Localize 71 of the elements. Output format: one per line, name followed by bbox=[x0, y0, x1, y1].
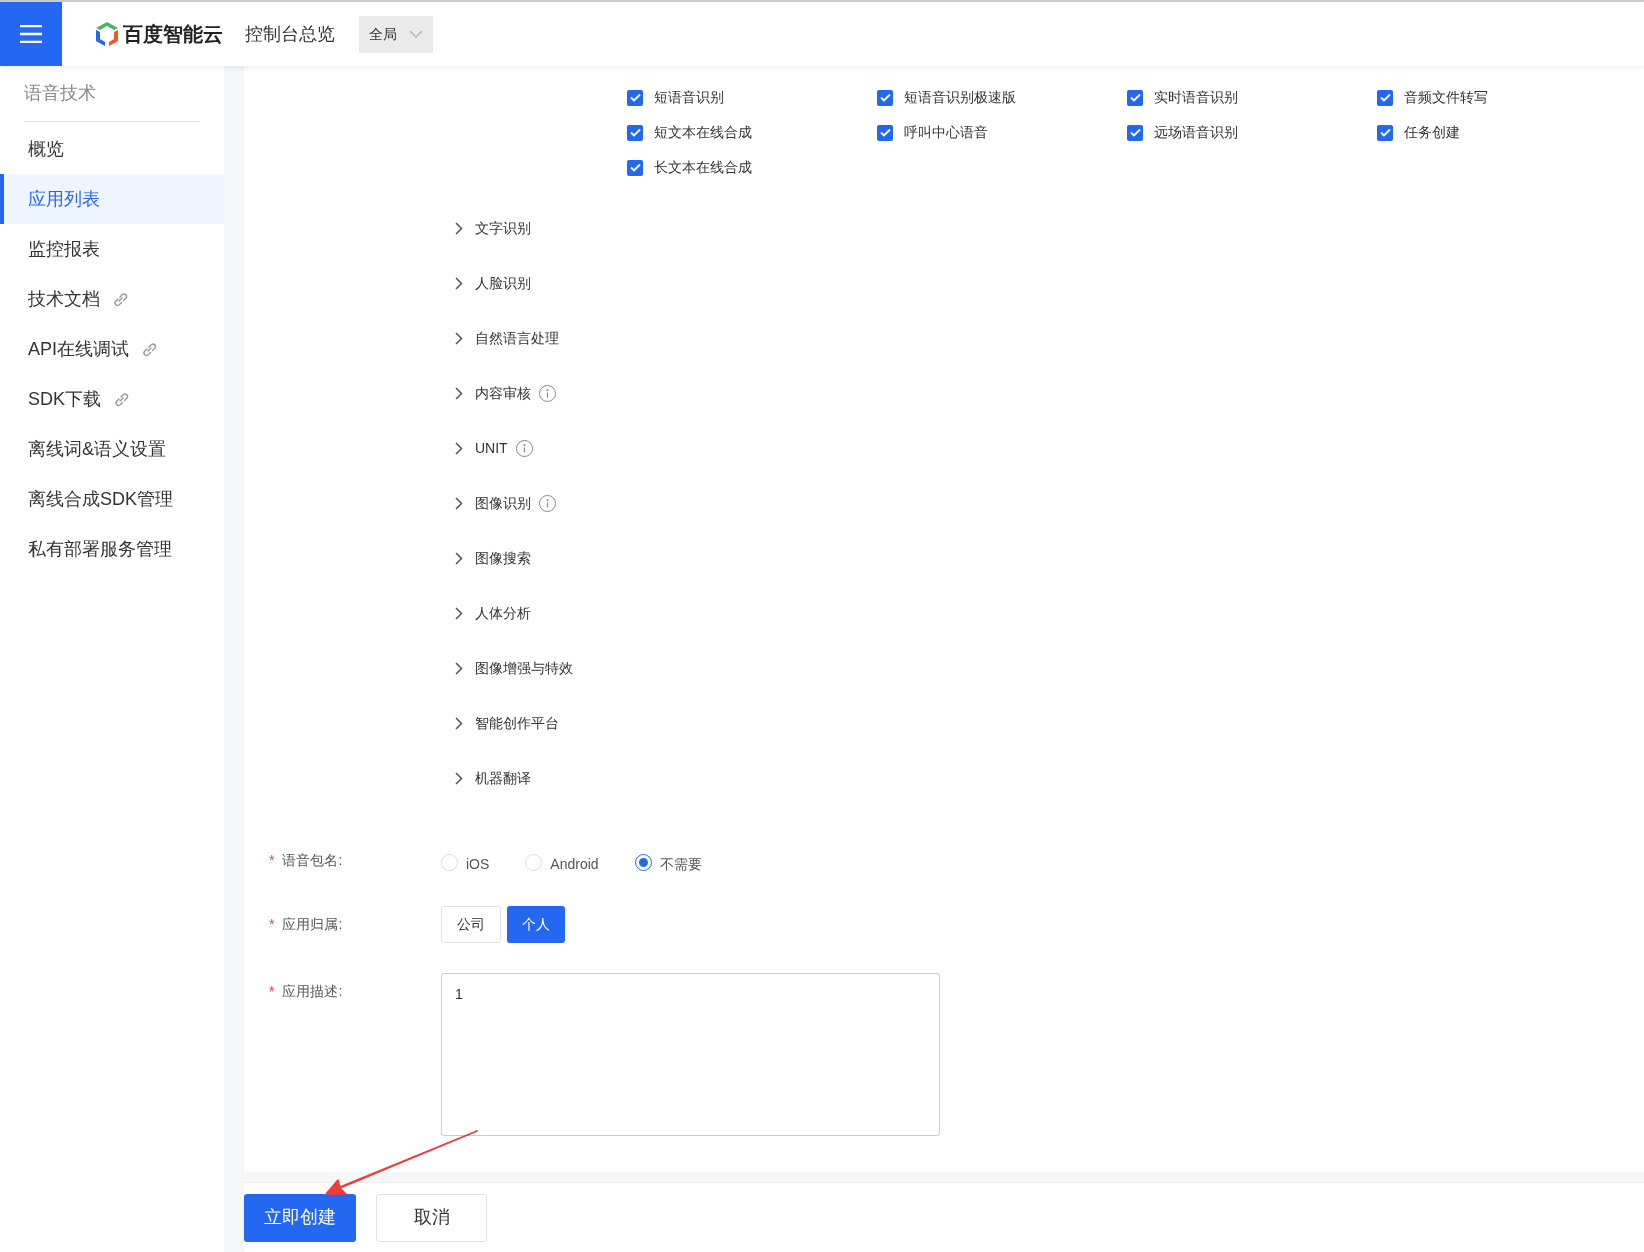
checkbox-label: 短语音识别极速版 bbox=[904, 88, 1016, 107]
description-field[interactable]: 1 bbox=[441, 973, 940, 1136]
checkbox[interactable] bbox=[627, 159, 643, 176]
field-label: 应用归属: bbox=[282, 916, 343, 932]
api-group-toggle[interactable]: 图像增强与特效 bbox=[455, 658, 573, 679]
sidebar-section-title: 语音技术 bbox=[24, 80, 200, 122]
checkbox-label: 短文本在线合成 bbox=[654, 123, 752, 142]
cancel-button[interactable]: 取消 bbox=[376, 1193, 487, 1242]
required-asterisk: * bbox=[269, 851, 275, 868]
menu-button[interactable] bbox=[0, 2, 62, 66]
checkbox-label: 音频文件转写 bbox=[1404, 88, 1488, 107]
checkbox-label: 长文本在线合成 bbox=[654, 158, 752, 177]
api-group-toggle[interactable]: 智能创作平台 bbox=[455, 713, 559, 734]
chevron-right-icon bbox=[455, 222, 463, 235]
chevron-right-icon bbox=[455, 497, 463, 510]
radio-option[interactable]: Android bbox=[525, 849, 599, 875]
checkbox-label: 呼叫中心语音 bbox=[904, 123, 988, 142]
checkbox[interactable] bbox=[627, 124, 643, 141]
api-group-toggle[interactable]: 机器翻译 bbox=[455, 768, 531, 789]
chevron-right-icon bbox=[455, 277, 463, 290]
api-group-toggle[interactable]: 图像识别 bbox=[455, 493, 531, 514]
checkbox[interactable] bbox=[1127, 124, 1143, 141]
nav-title[interactable]: 控制台总览 bbox=[245, 20, 335, 48]
required-asterisk: * bbox=[269, 916, 275, 932]
sidebar-item[interactable]: 技术文档 bbox=[0, 274, 224, 324]
chevron-right-icon bbox=[455, 387, 463, 400]
chevron-right-icon bbox=[455, 772, 463, 785]
chevron-right-icon bbox=[455, 552, 463, 565]
menu-icon bbox=[20, 25, 42, 43]
chevron-right-icon bbox=[455, 607, 463, 620]
checkbox[interactable] bbox=[1377, 124, 1393, 141]
api-group-toggle[interactable]: 人体分析 bbox=[455, 603, 531, 624]
chevron-right-icon bbox=[455, 662, 463, 675]
checkbox-label: 实时语音识别 bbox=[1154, 88, 1238, 107]
checkbox[interactable] bbox=[627, 89, 643, 106]
sidebar-item[interactable]: 私有部署服务管理 bbox=[0, 524, 224, 574]
chevron-right-icon bbox=[455, 332, 463, 345]
brand-name: 百度智能云 bbox=[123, 22, 223, 47]
sidebar-item[interactable]: 离线合成SDK管理 bbox=[0, 474, 224, 524]
sidebar-item[interactable]: 离线词&语义设置 bbox=[0, 424, 224, 474]
ownership-option[interactable]: 公司 bbox=[441, 906, 501, 943]
region-select[interactable]: 全局 bbox=[359, 15, 433, 53]
sidebar-item[interactable]: 概览 bbox=[0, 124, 224, 174]
checkbox[interactable] bbox=[1377, 89, 1393, 106]
sidebar-item[interactable]: SDK下载 bbox=[0, 374, 224, 424]
field-label: 应用描述: bbox=[282, 983, 343, 999]
sidebar-item[interactable]: 监控报表 bbox=[0, 224, 224, 274]
checkbox-label: 任务创建 bbox=[1404, 123, 1460, 142]
chevron-right-icon bbox=[455, 442, 463, 455]
api-group-toggle[interactable]: 文字识别 bbox=[455, 218, 531, 239]
checkbox[interactable] bbox=[877, 124, 893, 141]
ownership-option[interactable]: 个人 bbox=[507, 906, 565, 943]
sidebar-item[interactable]: 应用列表 bbox=[0, 174, 224, 224]
api-group-toggle[interactable]: UNIT bbox=[455, 438, 508, 459]
field-label: 语音包名: bbox=[282, 851, 343, 868]
api-group-toggle[interactable]: 自然语言处理 bbox=[455, 328, 559, 349]
radio-option[interactable]: iOS bbox=[441, 849, 490, 875]
api-group-toggle[interactable]: 内容审核 bbox=[455, 383, 531, 404]
sidebar-item[interactable]: API在线调试 bbox=[0, 324, 224, 374]
checkbox-label: 短语音识别 bbox=[654, 88, 724, 107]
chevron-right-icon bbox=[455, 717, 463, 730]
chevron-down-icon bbox=[409, 30, 423, 38]
api-group-toggle[interactable]: 图像搜索 bbox=[455, 548, 531, 569]
create-button[interactable]: 立即创建 bbox=[244, 1193, 356, 1242]
checkbox[interactable] bbox=[1127, 89, 1143, 106]
checkbox[interactable] bbox=[877, 89, 893, 106]
api-group-toggle[interactable]: 人脸识别 bbox=[455, 273, 531, 294]
logo-icon bbox=[94, 21, 120, 47]
required-asterisk: * bbox=[269, 983, 275, 999]
checkbox-label: 远场语音识别 bbox=[1154, 123, 1238, 142]
radio-option[interactable]: 不需要 bbox=[634, 849, 702, 875]
